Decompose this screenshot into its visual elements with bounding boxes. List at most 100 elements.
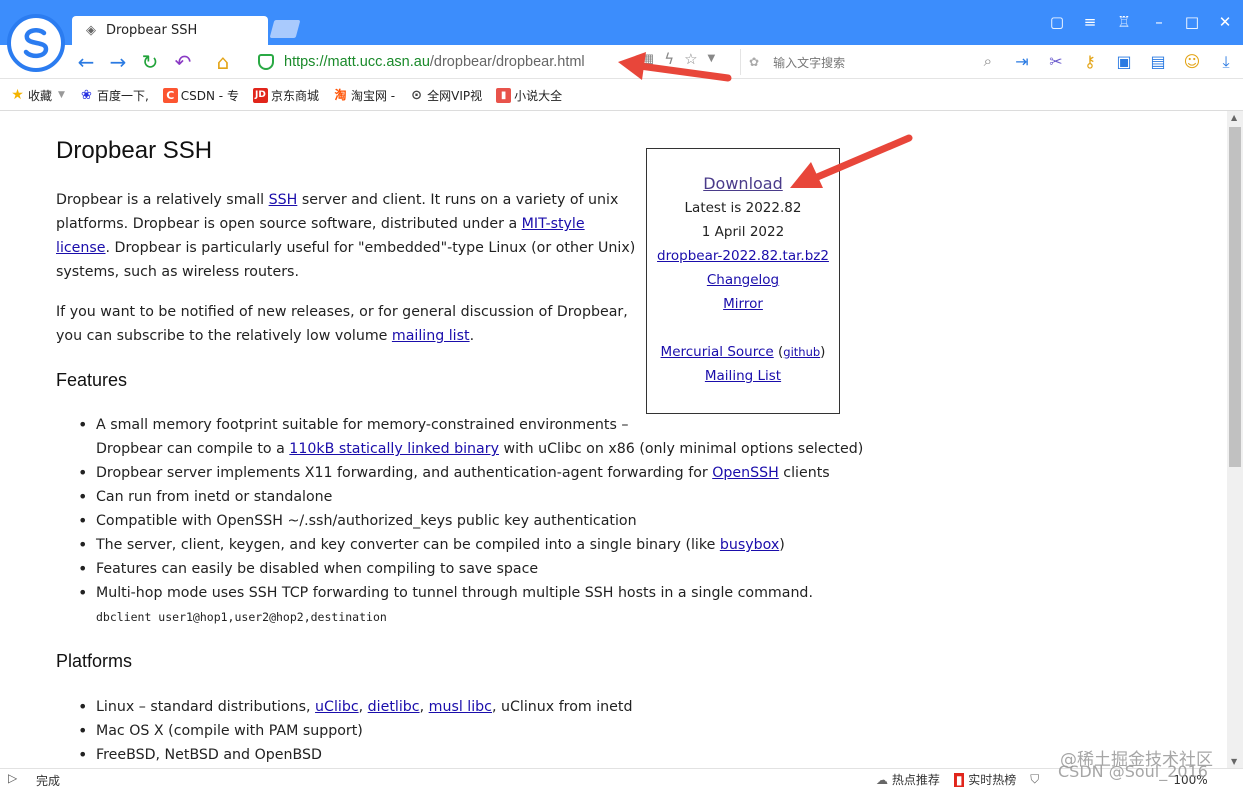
search-icon[interactable]: ⌕ — [984, 52, 992, 70]
status-bar: ▷ 完成 ☁ 热点推荐 ▮ 实时热榜 ⛉ 100% — [0, 768, 1243, 790]
page-icon: ◈ — [86, 22, 96, 38]
platform-text: , uClinux from inetd — [492, 699, 633, 715]
baidu-icon: ❀ — [80, 87, 92, 103]
ssh-link[interactable]: SSH — [269, 192, 298, 208]
paren-open: ( — [773, 344, 784, 360]
search-input[interactable]: ✿ 输入文字搜索 ⌕ — [740, 49, 998, 75]
security-shield-icon[interactable]: ⛉ — [1030, 772, 1039, 787]
search-placeholder: 输入文字搜索 — [773, 55, 846, 70]
uclibc-link[interactable]: uClibc — [315, 699, 359, 715]
bookmark-label: 百度一下, — [96, 88, 149, 103]
title-bar: ◈ Dropbear SSH ▢ ≡ ♖ – □ ✕ — [0, 0, 1243, 45]
chart-icon: ▮ — [953, 773, 965, 787]
taobao-icon: 淘 — [334, 87, 347, 102]
home-icon[interactable]: ⌂ — [210, 50, 236, 74]
scroll-up-icon[interactable]: ▲ — [1231, 113, 1237, 122]
scrollbar-thumb[interactable] — [1229, 127, 1241, 467]
tab-title: Dropbear SSH — [106, 23, 198, 38]
hot-label: 热点推荐 — [891, 773, 940, 787]
intro-paragraph: Dropbear is a relatively small SSH serve… — [56, 188, 636, 284]
chevron-down-icon[interactable]: ▼ — [58, 90, 65, 100]
scissors-icon[interactable]: ✂ — [1044, 51, 1068, 73]
close-icon[interactable]: ✕ — [1213, 10, 1237, 34]
paren-close: ) — [820, 344, 826, 360]
bookmark-vip[interactable]: ⊙ 全网VIP视 — [409, 87, 482, 104]
list-item: Can run from inetd or standalone — [78, 485, 863, 509]
minimize-icon[interactable]: – — [1147, 10, 1171, 34]
key-icon[interactable]: ⚷ — [1078, 51, 1102, 73]
paw-icon: ✿ — [749, 55, 760, 69]
latest-version: Latest is 2022.82 — [684, 200, 802, 216]
skin-icon[interactable]: ♖ — [1112, 10, 1136, 34]
bookmark-favorites[interactable]: ★ 收藏 ▼ — [10, 87, 65, 104]
url-path: /dropbear/dropbear.html — [429, 54, 585, 70]
menu-icon[interactable]: ≡ — [1078, 10, 1102, 34]
realtime-hot-item[interactable]: ▮ 实时热榜 — [953, 771, 1016, 788]
changelog-link[interactable]: Changelog — [707, 272, 779, 288]
release-date: 1 April 2022 — [701, 224, 785, 240]
list-item: Compatible with OpenSSH ~/.ssh/authorize… — [78, 509, 863, 533]
refresh-icon[interactable]: ↻ — [137, 50, 163, 74]
scroll-down-icon[interactable]: ▼ — [1231, 757, 1237, 766]
feature-text: Dropbear can compile to a — [96, 441, 290, 457]
bookmark-label: 淘宝网 - — [350, 88, 396, 103]
undo-icon[interactable]: ↶ — [170, 50, 196, 74]
bookmark-jd[interactable]: JD 京东商城 — [252, 87, 319, 104]
tab-dropbear[interactable]: ◈ Dropbear SSH — [72, 16, 268, 45]
cloud-icon: ☁ — [876, 773, 888, 787]
features-heading: Features — [56, 370, 128, 390]
bookmark-taobao[interactable]: 淘 淘宝网 - — [333, 87, 395, 104]
intro-text: . Dropbear is particularly useful for "e… — [56, 240, 636, 280]
play-icon: ⊙ — [411, 87, 423, 103]
secure-shield-icon — [258, 54, 274, 70]
translate-icon[interactable]: ▣ — [1112, 51, 1136, 73]
jd-icon: JD — [252, 87, 268, 103]
openssh-link[interactable]: OpenSSH — [712, 465, 779, 481]
watermark-csdn: CSDN @Soul_2016 — [1058, 762, 1208, 781]
list-item: Mac OS X (compile with PAM support) — [78, 719, 632, 743]
hot-recommend-item[interactable]: ☁ 热点推荐 — [876, 771, 940, 788]
features-list: A small memory footprint suitable for me… — [78, 413, 863, 629]
mirror-link[interactable]: Mirror — [723, 296, 763, 312]
bookmark-baidu[interactable]: ❀ 百度一下, — [79, 87, 149, 104]
feature-text: Multi-hop mode uses SSH TCP forwarding t… — [96, 585, 813, 601]
mailing-list-link[interactable]: mailing list — [392, 328, 470, 344]
mercurial-source-link[interactable]: Mercurial Source — [661, 344, 774, 360]
bookmark-label: 收藏 — [28, 88, 53, 103]
binary-size-link[interactable]: 110kB statically linked binary — [289, 441, 499, 457]
musl-libc-link[interactable]: musl libc — [429, 699, 492, 715]
notes-icon[interactable]: ▤ — [1146, 51, 1170, 73]
platforms-heading: Platforms — [56, 651, 133, 671]
book-icon: ▮ — [496, 87, 512, 103]
maximize-icon[interactable]: □ — [1180, 10, 1204, 34]
dietlibc-link[interactable]: dietlibc — [368, 699, 420, 715]
mailing-list-sidebox-link[interactable]: Mailing List — [705, 368, 781, 384]
feature-text: with uClibc on x86 (only minimal options… — [498, 441, 864, 457]
download-icon[interactable]: ⤓ — [1214, 51, 1238, 73]
tarball-link[interactable]: dropbear-2022.82.tar.bz2 — [657, 248, 829, 264]
bookmark-novels[interactable]: ▮ 小说大全 — [496, 87, 562, 104]
vertical-scrollbar[interactable]: ▲ ▼ — [1227, 111, 1243, 768]
separator-text: , — [358, 699, 368, 715]
multihop-code: dbclient user1@hop1,user2@hop2,destinati… — [96, 610, 387, 624]
back-arrow-icon[interactable]: ← — [73, 50, 99, 74]
sogou-logo[interactable] — [7, 14, 65, 72]
platforms-list: Linux – standard distributions, uClibc , … — [78, 695, 632, 767]
tab-count-icon[interactable]: ▢ — [1045, 10, 1069, 34]
notify-text: . — [469, 328, 475, 344]
github-link[interactable]: github — [783, 345, 820, 359]
annotation-arrow-download — [790, 134, 913, 188]
login-icon[interactable]: ⇥ — [1010, 51, 1034, 73]
forward-arrow-icon[interactable]: → — [105, 50, 131, 74]
sidebar-toggle-icon[interactable]: ▷ — [8, 771, 17, 785]
bookmark-csdn[interactable]: C CSDN - 专 — [162, 87, 239, 104]
intro-text: Dropbear is a relatively small — [56, 192, 269, 208]
emoji-icon[interactable]: ☺ — [1180, 51, 1204, 73]
busybox-link[interactable]: busybox — [720, 537, 779, 553]
list-item: Multi-hop mode uses SSH TCP forwarding t… — [78, 581, 863, 629]
page-content: Dropbear SSH Dropbear is a relatively sm… — [0, 111, 1227, 768]
url-host: https://matt.ucc.asn.au — [284, 54, 430, 70]
new-tab-button[interactable] — [269, 20, 301, 38]
platform-text: Linux – standard distributions, — [96, 699, 316, 715]
feature-text: The server, client, keygen, and key conv… — [96, 537, 720, 553]
